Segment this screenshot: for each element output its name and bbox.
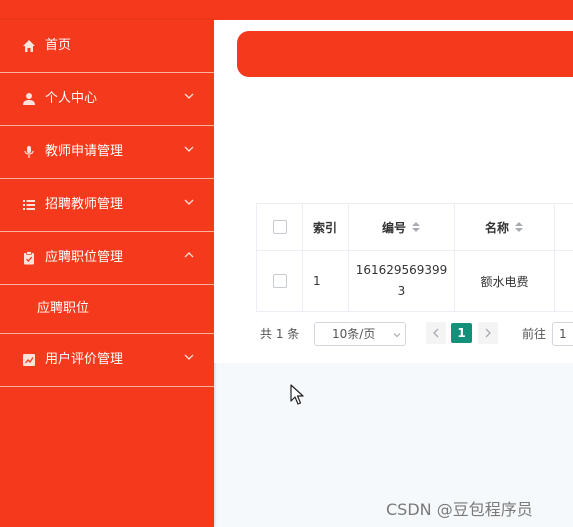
sidebar-item-label: 用户评价管理: [45, 352, 124, 367]
chevron-down-icon: [184, 146, 194, 152]
sidebar-item-label: 招聘教师管理: [45, 197, 124, 212]
home-icon: [23, 40, 35, 52]
sidebar-item-label: 个人中心: [45, 91, 98, 106]
pagination-total: 共 1 条: [260, 327, 300, 341]
sort-icon[interactable]: [514, 221, 524, 233]
sidebar-item-label: 教师申请管理: [45, 144, 124, 159]
chevron-down-icon: [184, 199, 194, 205]
column-header-id[interactable]: 编号: [349, 204, 455, 250]
data-table: 索引 编号 名称 1 1616295693993 额水电费: [256, 203, 573, 312]
chevron-down-icon: [184, 354, 194, 360]
sidebar-menu: 首页 个人中心 教师申请管理 招聘教师管理 应聘职位管理 应聘职位 用户评价管理: [0, 20, 214, 527]
sidebar-item-home[interactable]: 首页: [0, 20, 214, 73]
row-extra-cell: [555, 251, 573, 311]
chevron-left-icon: [433, 328, 439, 338]
table-header-row: 索引 编号 名称: [257, 204, 573, 251]
sidebar-item-personal-center[interactable]: 个人中心: [0, 73, 214, 126]
sidebar-subitem-application-position[interactable]: 应聘职位: [0, 285, 214, 334]
sidebar-item-teacher-application[interactable]: 教师申请管理: [0, 126, 214, 179]
next-page-button[interactable]: [478, 322, 498, 344]
microphone-icon: [24, 146, 34, 158]
row-checkbox[interactable]: [272, 274, 287, 288]
user-icon: [23, 93, 35, 105]
column-header-extra: [555, 204, 573, 250]
chevron-up-icon: [184, 252, 194, 258]
clipboard-icon: [24, 251, 34, 265]
main-content: 索引 编号 名称 1 1616295693993 额水电费 共 1 条 10条/…: [214, 20, 573, 527]
sidebar-subitem-label: 应聘职位: [37, 301, 90, 316]
sidebar-item-label: 首页: [45, 38, 72, 53]
content-panel: 索引 编号 名称 1 1616295693993 额水电费 共 1 条 10条/…: [214, 20, 573, 363]
row-id-text: 1616295693993: [355, 263, 448, 298]
header-banner: [237, 31, 573, 77]
list-icon: [23, 200, 35, 210]
chart-icon: [23, 354, 35, 366]
sidebar-item-recruit-teacher[interactable]: 招聘教师管理: [0, 179, 214, 232]
sidebar-item-user-evaluation[interactable]: 用户评价管理: [0, 334, 214, 387]
column-header-label: 名称: [484, 220, 509, 235]
column-header-index: 索引: [303, 204, 349, 250]
chevron-down-icon: [184, 93, 194, 99]
watermark-text: CSDN @豆包程序员: [386, 500, 533, 519]
top-header-bar: [0, 0, 573, 20]
goto-page-value: 1: [559, 327, 567, 341]
mouse-cursor-icon: [290, 384, 304, 405]
goto-label: 前往: [522, 327, 547, 341]
column-header-label: 编号: [381, 220, 406, 235]
column-header-name[interactable]: 名称: [455, 204, 555, 250]
table-row: 1 1616295693993 额水电费: [257, 251, 573, 311]
row-select-cell: [257, 251, 303, 311]
row-name-cell: 额水电费: [455, 251, 555, 311]
page-size-value: 10条/页: [332, 327, 376, 341]
sidebar-item-label: 应聘职位管理: [45, 250, 124, 265]
prev-page-button[interactable]: [426, 322, 446, 344]
sort-icon[interactable]: [411, 221, 421, 233]
row-index-cell: 1: [303, 251, 349, 311]
page-number-current[interactable]: 1: [451, 323, 472, 343]
row-id-cell: 1616295693993: [349, 251, 455, 311]
chevron-down-icon: [393, 333, 401, 338]
sidebar-item-application-position[interactable]: 应聘职位管理: [0, 232, 214, 285]
select-all-checkbox[interactable]: [272, 220, 287, 234]
chevron-right-icon: [485, 328, 491, 338]
goto-page-input[interactable]: 1: [552, 322, 573, 346]
page-size-select[interactable]: 10条/页: [314, 322, 406, 346]
header-select-cell: [257, 204, 303, 250]
